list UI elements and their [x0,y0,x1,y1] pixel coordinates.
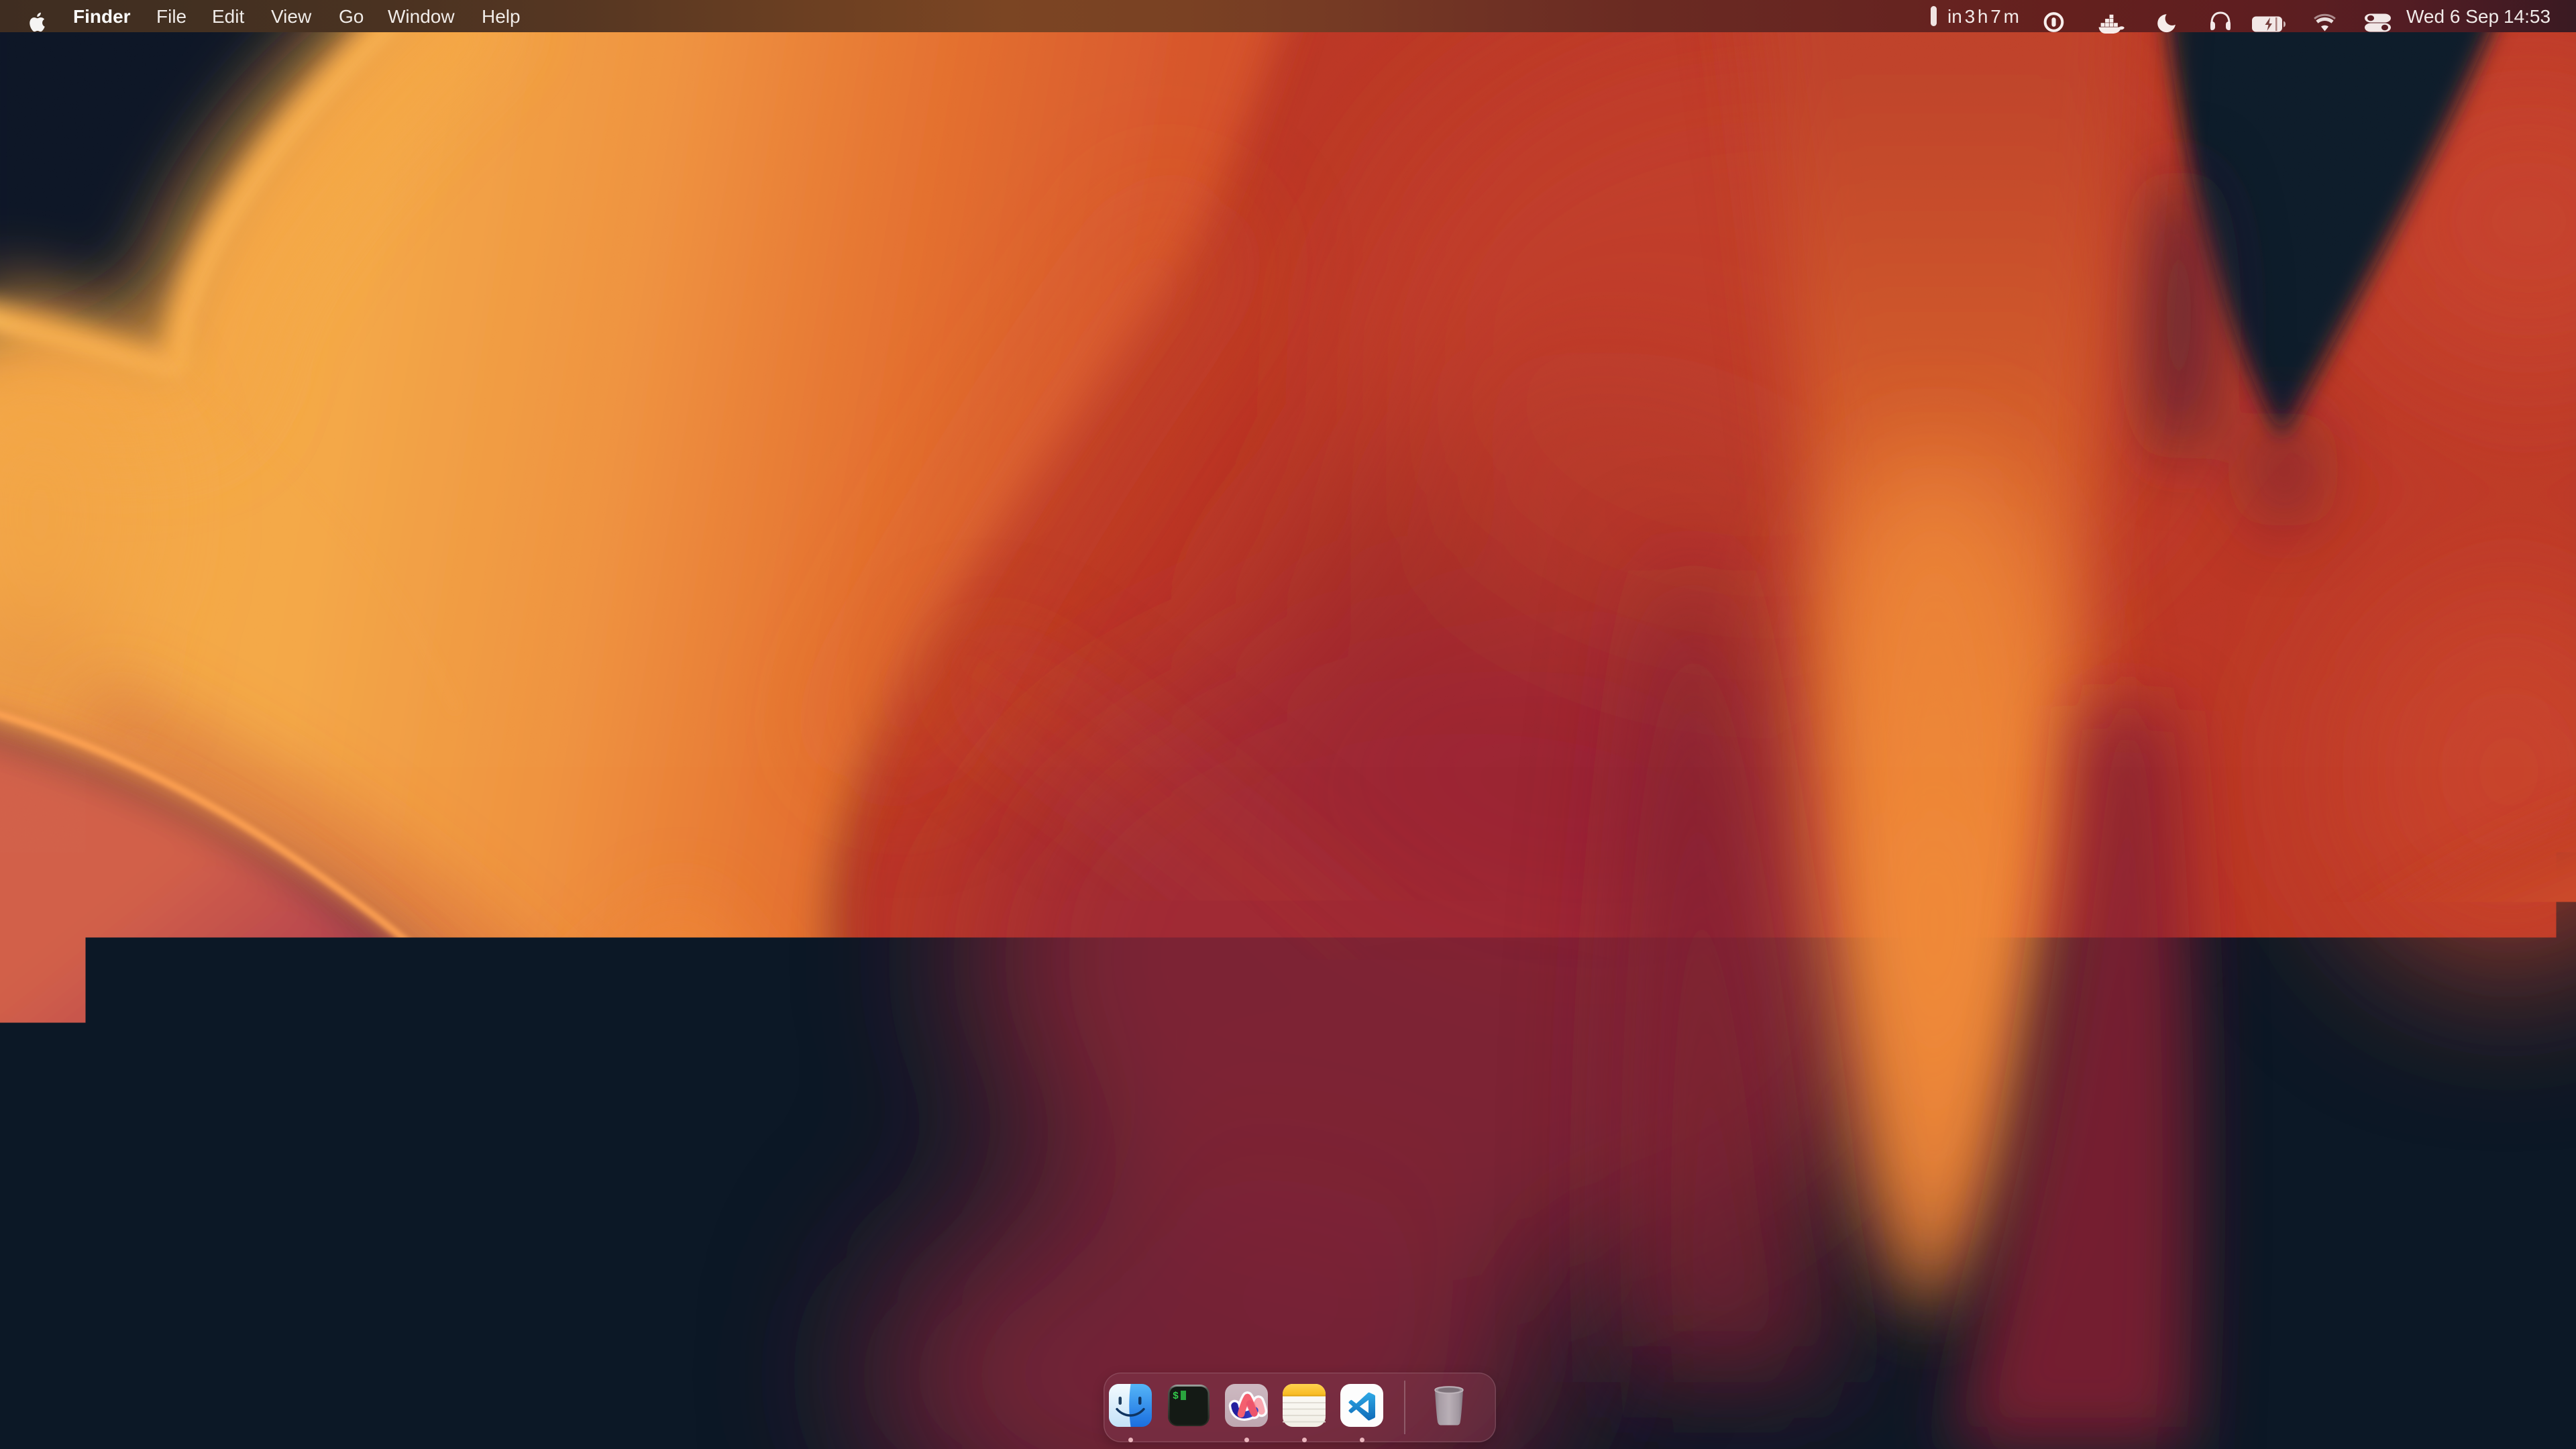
svg-text:$: $ [1173,1391,1179,1402]
